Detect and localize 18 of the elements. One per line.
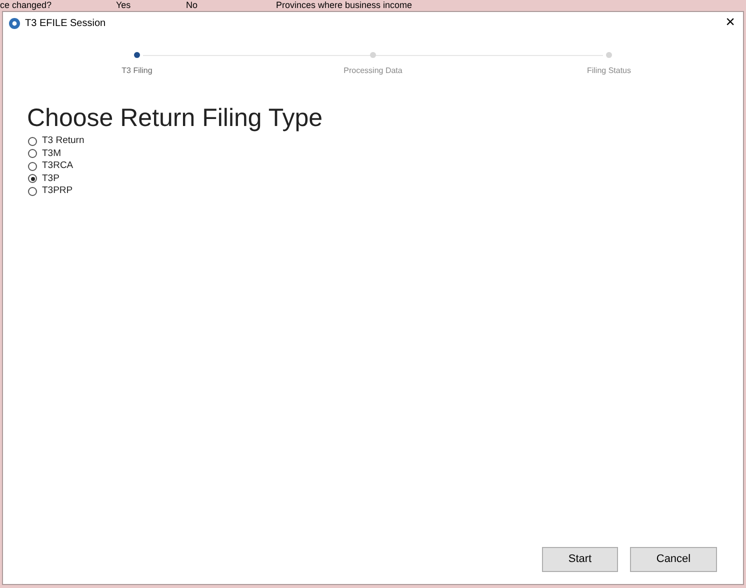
start-button[interactable]: Start bbox=[542, 547, 618, 572]
radio-option[interactable]: T3RCA bbox=[28, 160, 74, 172]
background-text: No bbox=[186, 0, 199, 11]
background-text: ce changed? bbox=[0, 0, 53, 11]
radio-option[interactable]: T3P bbox=[28, 172, 60, 185]
radio-option[interactable]: T3M bbox=[28, 148, 61, 160]
page-heading: Choose Return Filing Type bbox=[27, 103, 324, 133]
close-button[interactable]: × bbox=[724, 15, 737, 31]
step-label: T3 Filing bbox=[122, 65, 152, 77]
background-text: Yes bbox=[116, 0, 132, 11]
window-title: T3 EFILE Session bbox=[25, 16, 106, 30]
app-icon bbox=[9, 18, 20, 28]
step-label: Filing Status bbox=[586, 65, 632, 77]
step-label: Processing Data bbox=[344, 65, 402, 77]
cancel-button[interactable]: Cancel bbox=[630, 547, 717, 572]
radio-option[interactable]: T3 Return bbox=[28, 135, 84, 148]
radio-option[interactable]: T3PRP bbox=[28, 185, 73, 198]
background-text: Provinces where business income bbox=[276, 0, 412, 11]
